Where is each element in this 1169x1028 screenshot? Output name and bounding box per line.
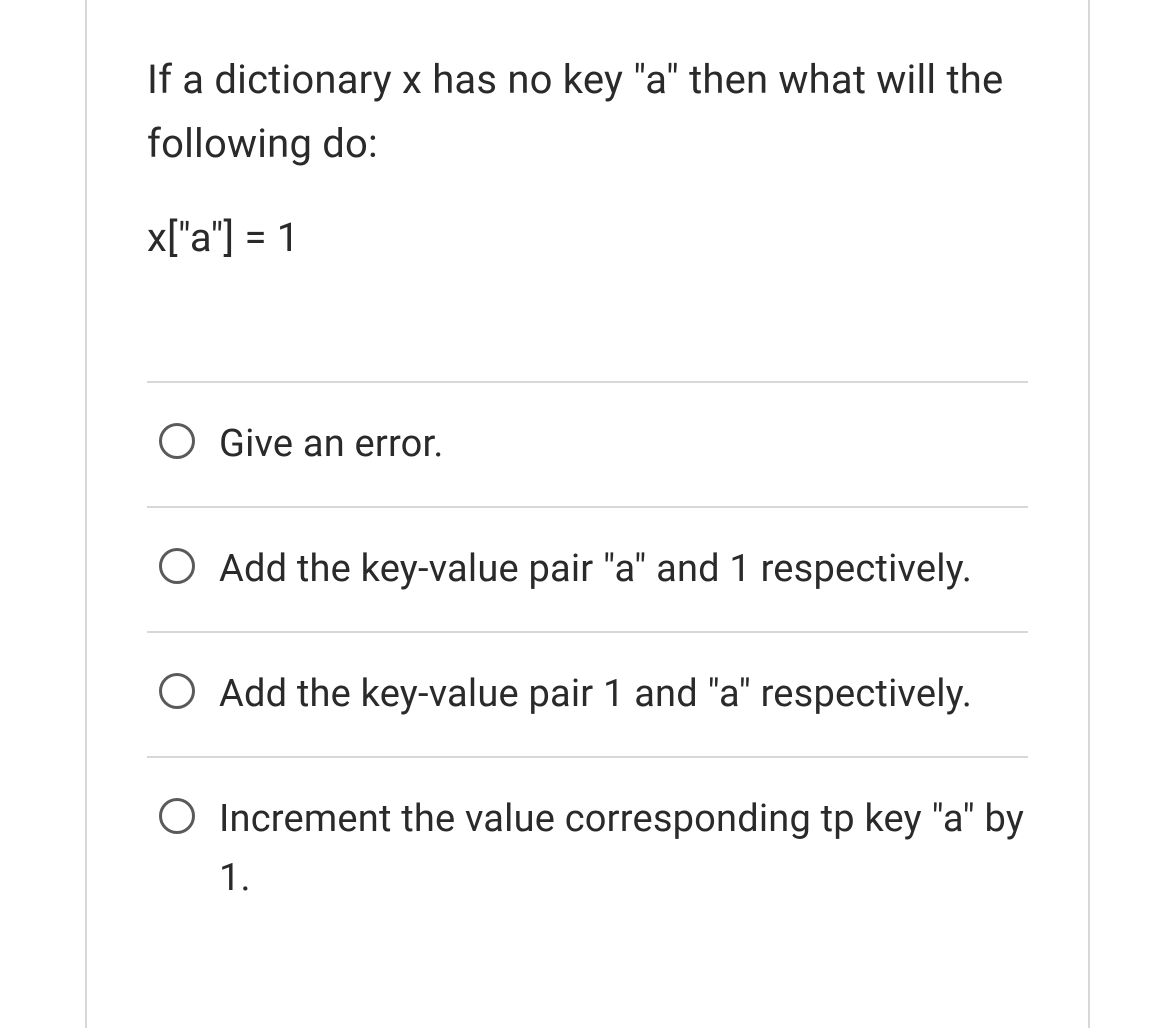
option-row[interactable]: Increment the value corresponding tp key…: [147, 756, 1028, 940]
option-label: Increment the value corresponding tp key…: [219, 790, 1028, 908]
radio-icon[interactable]: [159, 673, 195, 709]
radio-icon[interactable]: [159, 423, 195, 459]
radio-icon[interactable]: [159, 798, 195, 834]
radio-icon[interactable]: [159, 548, 195, 584]
question-prompt: If a dictionary x has no key "a" then wh…: [147, 48, 1028, 176]
question-card: If a dictionary x has no key "a" then wh…: [85, 0, 1090, 1028]
option-row[interactable]: Give an error.: [147, 381, 1028, 506]
question-section: If a dictionary x has no key "a" then wh…: [87, 0, 1088, 261]
options-list: Give an error. Add the key-value pair "a…: [87, 381, 1088, 939]
option-row[interactable]: Add the key-value pair "a" and 1 respect…: [147, 506, 1028, 631]
option-row[interactable]: Add the key-value pair 1 and "a" respect…: [147, 631, 1028, 756]
option-label: Give an error.: [219, 415, 444, 474]
option-label: Add the key-value pair "a" and 1 respect…: [219, 540, 972, 599]
option-label: Add the key-value pair 1 and "a" respect…: [219, 665, 972, 724]
question-code: x["a"] = 1: [147, 214, 1028, 261]
